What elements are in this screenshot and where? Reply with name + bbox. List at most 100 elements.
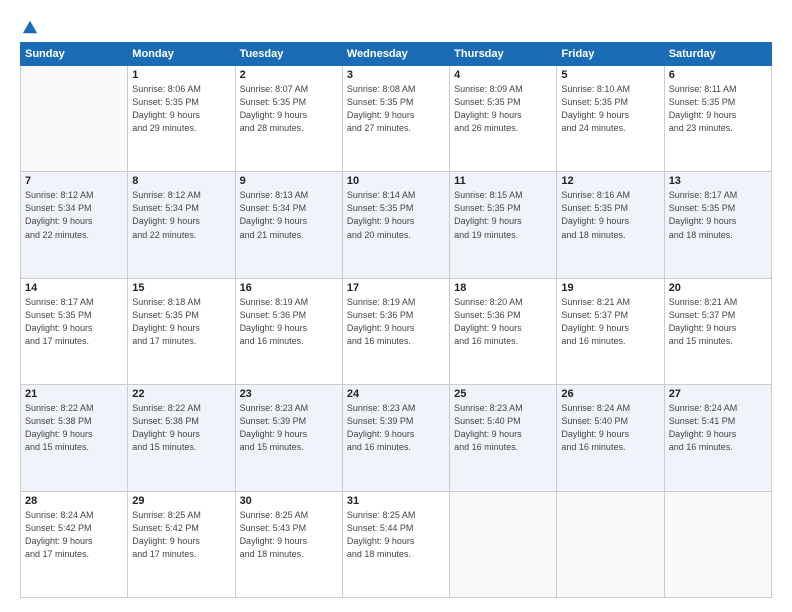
day-info: Sunrise: 8:25 AM Sunset: 5:44 PM Dayligh… xyxy=(347,509,445,561)
calendar-cell: 7 Sunrise: 8:12 AM Sunset: 5:34 PM Daylig… xyxy=(21,172,128,278)
day-info: Sunrise: 8:23 AM Sunset: 5:39 PM Dayligh… xyxy=(240,402,338,454)
day-number: 8 xyxy=(132,175,230,187)
calendar-cell: 31 Sunrise: 8:25 AM Sunset: 5:44 PM Dayli… xyxy=(342,491,449,597)
week-row-1: 1 Sunrise: 8:06 AM Sunset: 5:35 PM Daylig… xyxy=(21,66,772,172)
calendar-cell: 14 Sunrise: 8:17 AM Sunset: 5:35 PM Dayli… xyxy=(21,278,128,384)
week-row-3: 14 Sunrise: 8:17 AM Sunset: 5:35 PM Dayli… xyxy=(21,278,772,384)
calendar-cell: 25Sunrise: 8:23 AM Sunset: 5:40 PM Dayli… xyxy=(450,385,557,491)
day-number: 19 xyxy=(561,282,659,294)
day-number: 21 xyxy=(25,388,123,400)
week-row-2: 7 Sunrise: 8:12 AM Sunset: 5:34 PM Daylig… xyxy=(21,172,772,278)
day-info: Sunrise: 8:12 AM Sunset: 5:34 PM Dayligh… xyxy=(132,189,230,241)
day-info: Sunrise: 8:18 AM Sunset: 5:35 PM Dayligh… xyxy=(132,296,230,348)
day-info: Sunrise: 8:22 AM Sunset: 5:38 PM Dayligh… xyxy=(25,402,123,454)
day-info: Sunrise: 8:11 AM Sunset: 5:35 PM Dayligh… xyxy=(669,83,767,135)
calendar-cell: 21 Sunrise: 8:22 AM Sunset: 5:38 PM Dayli… xyxy=(21,385,128,491)
day-number: 10 xyxy=(347,175,445,187)
calendar-cell: 29 Sunrise: 8:25 AM Sunset: 5:42 PM Dayli… xyxy=(128,491,235,597)
header-row: SundayMondayTuesdayWednesdayThursdayFrid… xyxy=(21,43,772,66)
day-number: 31 xyxy=(347,495,445,507)
calendar-cell: 9Sunrise: 8:13 AM Sunset: 5:34 PM Daylig… xyxy=(235,172,342,278)
col-header-sunday: Sunday xyxy=(21,43,128,66)
day-info: Sunrise: 8:07 AM Sunset: 5:35 PM Dayligh… xyxy=(240,83,338,135)
calendar-cell: 6Sunrise: 8:11 AM Sunset: 5:35 PM Daylig… xyxy=(664,66,771,172)
day-number: 18 xyxy=(454,282,552,294)
logo-icon xyxy=(21,18,39,36)
calendar-cell: 12 Sunrise: 8:16 AM Sunset: 5:35 PM Dayli… xyxy=(557,172,664,278)
day-number: 30 xyxy=(240,495,338,507)
col-header-thursday: Thursday xyxy=(450,43,557,66)
day-info: Sunrise: 8:21 AM Sunset: 5:37 PM Dayligh… xyxy=(669,296,767,348)
day-number: 26 xyxy=(561,388,659,400)
day-info: Sunrise: 8:17 AM Sunset: 5:35 PM Dayligh… xyxy=(25,296,123,348)
calendar-cell: 27 Sunrise: 8:24 AM Sunset: 5:41 PM Dayli… xyxy=(664,385,771,491)
calendar-cell: 18 Sunrise: 8:20 AM Sunset: 5:36 PM Dayli… xyxy=(450,278,557,384)
calendar-cell: 13Sunrise: 8:17 AM Sunset: 5:35 PM Dayli… xyxy=(664,172,771,278)
day-number: 22 xyxy=(132,388,230,400)
calendar-cell: 10 Sunrise: 8:14 AM Sunset: 5:35 PM Dayli… xyxy=(342,172,449,278)
logo xyxy=(20,18,39,32)
day-number: 23 xyxy=(240,388,338,400)
day-info: Sunrise: 8:25 AM Sunset: 5:43 PM Dayligh… xyxy=(240,509,338,561)
calendar-cell: 17 Sunrise: 8:19 AM Sunset: 5:36 PM Dayli… xyxy=(342,278,449,384)
day-number: 14 xyxy=(25,282,123,294)
calendar-cell: 16 Sunrise: 8:19 AM Sunset: 5:36 PM Dayli… xyxy=(235,278,342,384)
calendar-cell: 3Sunrise: 8:08 AM Sunset: 5:35 PM Daylig… xyxy=(342,66,449,172)
day-info: Sunrise: 8:23 AM Sunset: 5:39 PM Dayligh… xyxy=(347,402,445,454)
day-number: 7 xyxy=(25,175,123,187)
day-number: 27 xyxy=(669,388,767,400)
day-info: Sunrise: 8:24 AM Sunset: 5:40 PM Dayligh… xyxy=(561,402,659,454)
day-info: Sunrise: 8:06 AM Sunset: 5:35 PM Dayligh… xyxy=(132,83,230,135)
day-info: Sunrise: 8:24 AM Sunset: 5:41 PM Dayligh… xyxy=(669,402,767,454)
day-number: 28 xyxy=(25,495,123,507)
calendar-cell xyxy=(557,491,664,597)
day-number: 2 xyxy=(240,69,338,81)
calendar-cell: 8 Sunrise: 8:12 AM Sunset: 5:34 PM Daylig… xyxy=(128,172,235,278)
col-header-monday: Monday xyxy=(128,43,235,66)
day-number: 9 xyxy=(240,175,338,187)
day-info: Sunrise: 8:12 AM Sunset: 5:34 PM Dayligh… xyxy=(25,189,123,241)
day-number: 12 xyxy=(561,175,659,187)
calendar-cell: 4Sunrise: 8:09 AM Sunset: 5:35 PM Daylig… xyxy=(450,66,557,172)
calendar-cell: 15 Sunrise: 8:18 AM Sunset: 5:35 PM Dayli… xyxy=(128,278,235,384)
day-number: 29 xyxy=(132,495,230,507)
day-number: 11 xyxy=(454,175,552,187)
day-info: Sunrise: 8:14 AM Sunset: 5:35 PM Dayligh… xyxy=(347,189,445,241)
calendar-table: SundayMondayTuesdayWednesdayThursdayFrid… xyxy=(20,42,772,598)
week-row-4: 21 Sunrise: 8:22 AM Sunset: 5:38 PM Dayli… xyxy=(21,385,772,491)
day-number: 5 xyxy=(561,69,659,81)
week-row-5: 28 Sunrise: 8:24 AM Sunset: 5:42 PM Dayli… xyxy=(21,491,772,597)
calendar-cell xyxy=(450,491,557,597)
day-info: Sunrise: 8:19 AM Sunset: 5:36 PM Dayligh… xyxy=(240,296,338,348)
day-info: Sunrise: 8:23 AM Sunset: 5:40 PM Dayligh… xyxy=(454,402,552,454)
day-number: 16 xyxy=(240,282,338,294)
day-info: Sunrise: 8:19 AM Sunset: 5:36 PM Dayligh… xyxy=(347,296,445,348)
day-info: Sunrise: 8:16 AM Sunset: 5:35 PM Dayligh… xyxy=(561,189,659,241)
day-info: Sunrise: 8:10 AM Sunset: 5:35 PM Dayligh… xyxy=(561,83,659,135)
calendar-cell: 20Sunrise: 8:21 AM Sunset: 5:37 PM Dayli… xyxy=(664,278,771,384)
page: SundayMondayTuesdayWednesdayThursdayFrid… xyxy=(0,0,792,612)
calendar-cell: 23 Sunrise: 8:23 AM Sunset: 5:39 PM Dayli… xyxy=(235,385,342,491)
calendar-cell xyxy=(664,491,771,597)
calendar-cell: 2 Sunrise: 8:07 AM Sunset: 5:35 PM Daylig… xyxy=(235,66,342,172)
col-header-wednesday: Wednesday xyxy=(342,43,449,66)
calendar-cell: 22 Sunrise: 8:22 AM Sunset: 5:38 PM Dayli… xyxy=(128,385,235,491)
calendar-cell: 19Sunrise: 8:21 AM Sunset: 5:37 PM Dayli… xyxy=(557,278,664,384)
day-info: Sunrise: 8:22 AM Sunset: 5:38 PM Dayligh… xyxy=(132,402,230,454)
col-header-tuesday: Tuesday xyxy=(235,43,342,66)
calendar-cell xyxy=(21,66,128,172)
header xyxy=(20,18,772,32)
day-number: 15 xyxy=(132,282,230,294)
day-number: 1 xyxy=(132,69,230,81)
col-header-friday: Friday xyxy=(557,43,664,66)
day-info: Sunrise: 8:08 AM Sunset: 5:35 PM Dayligh… xyxy=(347,83,445,135)
day-number: 13 xyxy=(669,175,767,187)
day-number: 17 xyxy=(347,282,445,294)
col-header-saturday: Saturday xyxy=(664,43,771,66)
day-info: Sunrise: 8:24 AM Sunset: 5:42 PM Dayligh… xyxy=(25,509,123,561)
day-info: Sunrise: 8:09 AM Sunset: 5:35 PM Dayligh… xyxy=(454,83,552,135)
day-info: Sunrise: 8:25 AM Sunset: 5:42 PM Dayligh… xyxy=(132,509,230,561)
day-number: 24 xyxy=(347,388,445,400)
calendar-cell: 30 Sunrise: 8:25 AM Sunset: 5:43 PM Dayli… xyxy=(235,491,342,597)
day-info: Sunrise: 8:20 AM Sunset: 5:36 PM Dayligh… xyxy=(454,296,552,348)
